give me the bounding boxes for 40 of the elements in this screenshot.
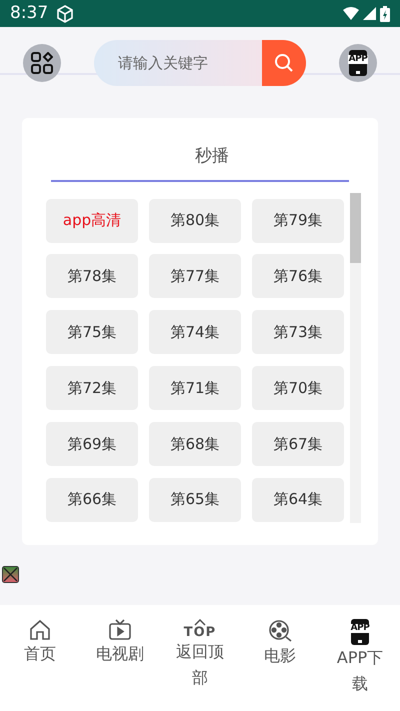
category-button[interactable]	[23, 44, 61, 82]
home-icon	[29, 619, 51, 641]
episode-button[interactable]: 第66集	[46, 478, 138, 522]
episode-button[interactable]: 第80集	[149, 198, 241, 242]
wifi-icon	[343, 7, 359, 20]
nav-item[interactable]: 首页	[0, 605, 80, 711]
episode-button[interactable]: 第79集	[252, 198, 344, 242]
episode-button[interactable]: 第67集	[252, 422, 344, 466]
episode-button[interactable]: 第69集	[46, 422, 138, 466]
search-field[interactable]: 请输入关键字	[94, 40, 262, 86]
cube-icon	[56, 4, 74, 22]
top-icon: TOP	[184, 626, 216, 639]
status-time: 8:37	[10, 2, 48, 25]
nav-item[interactable]: 电影	[240, 605, 320, 711]
episode-button[interactable]: 第73集	[252, 310, 344, 354]
nav-item[interactable]: 电视剧	[80, 605, 160, 711]
scroll-thumb[interactable]	[350, 192, 361, 262]
tv-icon	[108, 619, 132, 641]
search-button[interactable]	[262, 40, 306, 86]
episode-button[interactable]: 第70集	[252, 366, 344, 410]
caret-up-icon	[194, 619, 206, 626]
nav-item[interactable]: TOP 返回顶部	[160, 605, 240, 711]
episode-button[interactable]: 第74集	[149, 310, 241, 354]
source-title: 秒播	[194, 145, 230, 168]
battery-icon	[380, 6, 390, 22]
grid-icon	[31, 52, 53, 74]
episode-button[interactable]: 第64集	[252, 478, 344, 522]
episode-button[interactable]: 第65集	[149, 478, 241, 522]
episode-button[interactable]: 第77集	[149, 254, 241, 298]
search-icon	[274, 53, 294, 73]
episode-button[interactable]: 第75集	[46, 310, 138, 354]
episode-button[interactable]: 第71集	[149, 366, 241, 410]
episode-button[interactable]: 第72集	[46, 366, 138, 410]
episode-button[interactable]: 第76集	[252, 254, 344, 298]
app-hd-button[interactable]: app高清	[46, 198, 138, 242]
episode-button[interactable]: 第68集	[149, 422, 241, 466]
close-icon[interactable]	[2, 566, 19, 583]
episode-button[interactable]: 第78集	[46, 254, 138, 298]
signal-icon	[363, 7, 376, 20]
film-reel-icon	[268, 619, 292, 643]
